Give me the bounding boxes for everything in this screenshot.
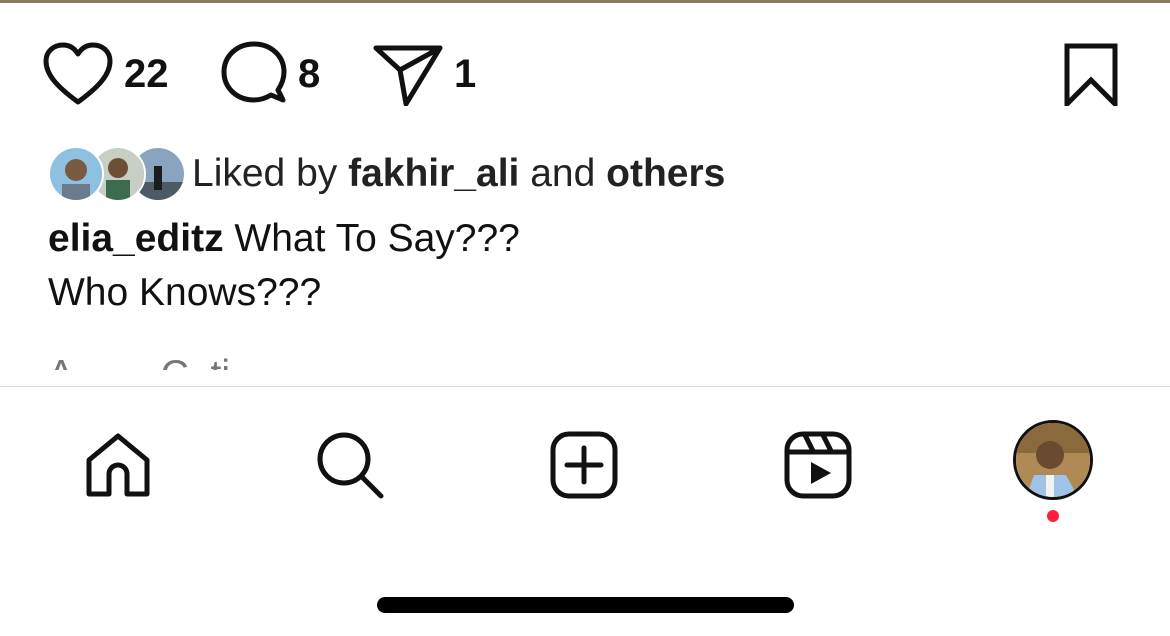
search-icon [317, 432, 384, 499]
liked-by-row[interactable]: Liked by fakhir_ali and others [48, 146, 725, 202]
comment-action[interactable]: 8 [220, 36, 320, 112]
caption-line-2: Who Knows??? [48, 271, 322, 314]
home-indicator[interactable] [377, 597, 794, 613]
comments-count[interactable]: 8 [298, 54, 320, 94]
nav-create-button[interactable] [546, 427, 622, 503]
likes-count[interactable]: 22 [124, 54, 169, 94]
caption-line-1: elia_editz What To Say??? [48, 212, 1118, 266]
heart-icon [43, 42, 113, 105]
liked-by-text[interactable]: Liked by fakhir_ali and others [192, 152, 725, 196]
liker-avatars[interactable] [48, 146, 186, 202]
caption-username[interactable]: elia_editz [48, 217, 224, 260]
caption-text-1: What To Say??? [234, 217, 520, 260]
notification-dot [1047, 510, 1059, 522]
comment-icon [221, 41, 287, 103]
bottom-navigation [0, 387, 1170, 636]
nav-reels-button[interactable] [780, 427, 856, 503]
reels-icon [784, 431, 852, 499]
liker-avatar-1 [48, 146, 104, 202]
caption-partial-line: A... ... C..ti... [48, 348, 1118, 370]
liked-by-username[interactable]: fakhir_ali [348, 152, 519, 195]
nav-profile-button[interactable] [1012, 419, 1094, 501]
liked-by-connector: and [530, 152, 596, 195]
post-caption: elia_editz What To Say??? Who Knows??? A… [48, 212, 1118, 370]
shares-count[interactable]: 1 [454, 54, 476, 94]
post-actions-bar: 22 8 1 [0, 36, 1170, 112]
nav-home-button[interactable] [80, 427, 156, 503]
nav-search-button[interactable] [312, 427, 388, 503]
liked-by-others[interactable]: others [606, 152, 725, 195]
home-icon [86, 433, 150, 497]
create-icon [550, 431, 618, 499]
share-action[interactable]: 1 [372, 36, 476, 112]
liked-by-prefix: Liked by [192, 152, 338, 195]
send-icon [373, 45, 443, 106]
profile-avatar [1013, 420, 1093, 500]
save-action[interactable] [1062, 36, 1120, 112]
like-action[interactable]: 22 [42, 36, 169, 112]
post-image-edge [0, 0, 1170, 3]
bookmark-icon [1064, 43, 1118, 106]
